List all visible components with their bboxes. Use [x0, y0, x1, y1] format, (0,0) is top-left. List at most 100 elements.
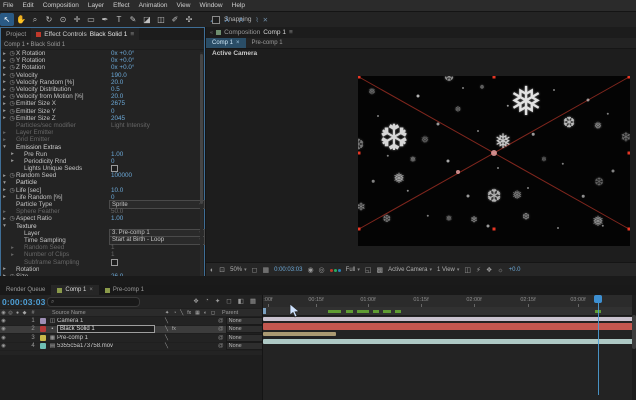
magnification-dropdown[interactable]: 50%▾	[230, 267, 247, 273]
stopwatch-icon[interactable]: ◷	[8, 72, 16, 79]
camera-tool[interactable]: ⊙	[56, 13, 70, 26]
menu-file[interactable]: File	[3, 2, 13, 9]
fx-row-time-sampling[interactable]: Time SamplingStart at Birth - Loop▾	[1, 237, 204, 244]
expander-icon[interactable]: ▸	[1, 194, 8, 200]
reset-exposure-icon[interactable]: ☼	[497, 267, 503, 274]
panel-collapse-icon[interactable]: «	[210, 30, 213, 36]
property-value[interactable]: 190.0	[111, 72, 127, 79]
menu-window[interactable]: Window	[200, 2, 223, 9]
viewer-tab-comp-1[interactable]: Comp 1×	[206, 38, 246, 48]
eraser-tool[interactable]: ◫	[154, 13, 168, 26]
composition-tab-name[interactable]: Comp 1	[263, 29, 286, 36]
fx-row-subframe-sampling[interactable]: Subframe Sampling	[1, 258, 204, 265]
property-value[interactable]: 10.0	[111, 187, 123, 194]
eye-icon[interactable]: ◉	[0, 326, 7, 332]
hide-shy-icon[interactable]: ✦	[215, 297, 220, 305]
safe-margins-icon[interactable]: ▦	[262, 266, 269, 274]
effect-panel-scrollbar[interactable]	[200, 52, 203, 280]
fx-row-grid-emitter[interactable]: ▸Grid Emitter	[1, 136, 204, 143]
puppet-pin-tool[interactable]: ✣	[182, 13, 196, 26]
current-time-field[interactable]: 0:00:03:03	[0, 297, 46, 307]
stopwatch-icon[interactable]: ◷	[8, 86, 16, 93]
fx-row-random-seed[interactable]: ▸◷Random Seed100000	[1, 172, 204, 179]
eye-icon[interactable]: ◉	[0, 335, 7, 341]
switch-icon[interactable]: ╲	[165, 326, 168, 332]
motion-blur-icon[interactable]: ◧	[238, 297, 244, 305]
fx-row-layer-emitter[interactable]: ▸Layer Emitter	[1, 129, 204, 136]
property-checkbox[interactable]	[111, 259, 118, 266]
layer-name[interactable]: Camera 1	[57, 318, 83, 324]
view-layout-dropdown[interactable]: 1 View▾	[437, 267, 459, 273]
property-value[interactable]: 100000	[111, 172, 132, 179]
channels-icon[interactable]	[330, 269, 341, 272]
show-snapshot-icon[interactable]: ◎	[319, 266, 325, 274]
eye-icon[interactable]: ◉	[0, 343, 7, 349]
property-checkbox[interactable]	[111, 165, 118, 172]
timeline-tab-comp-1[interactable]: Comp 1×	[51, 285, 99, 295]
roto-brush-tool[interactable]: ✐	[168, 13, 182, 26]
property-value[interactable]: 1	[111, 244, 115, 251]
expander-icon[interactable]: ▸	[9, 252, 16, 258]
stopwatch-icon[interactable]: ◷	[8, 79, 16, 86]
stopwatch-icon[interactable]: ◷	[8, 187, 16, 194]
fx-row-pre-run[interactable]: ▸Pre Run1.00	[1, 151, 204, 158]
expander-icon[interactable]: ▸	[1, 108, 8, 114]
stopwatch-icon[interactable]: ◷	[8, 57, 16, 64]
menu-composition[interactable]: Composition	[43, 2, 79, 9]
switch-icon[interactable]: ╲	[165, 335, 168, 341]
viewer-timecode[interactable]: 0:00:03:03	[274, 267, 302, 273]
snapshot-icon[interactable]: ◉	[307, 266, 313, 274]
pick-whip-icon[interactable]: @	[218, 343, 224, 349]
close-icon[interactable]: ×	[89, 287, 93, 293]
resolution-dropdown[interactable]: Full▾	[346, 267, 360, 273]
zoom-tool[interactable]: ⌕	[28, 13, 42, 26]
hand-tool[interactable]: ✋	[14, 13, 28, 26]
panel-menu-icon[interactable]: ≡	[130, 31, 134, 38]
fx-row-periodicity-rnd[interactable]: ▸Periodicity Rnd0	[1, 158, 204, 165]
property-value[interactable]: 0x +0.0°	[111, 64, 134, 71]
menu-animation[interactable]: Animation	[139, 2, 168, 9]
property-value[interactable]: 1.00	[111, 215, 123, 222]
expander-icon[interactable]: ▸	[1, 209, 8, 215]
expander-icon[interactable]: ▸	[9, 245, 16, 251]
snap-options-icon[interactable]: ⌇	[255, 16, 258, 24]
brush-tool[interactable]: ✎	[126, 13, 140, 26]
fx-row-velocity-random[interactable]: ▸◷Velocity Random [%]20.0	[1, 79, 204, 86]
expander-icon[interactable]: ▸	[1, 65, 8, 71]
timeline-scrollbar[interactable]	[632, 295, 636, 400]
expander-icon[interactable]: ▸	[9, 151, 16, 157]
stopwatch-icon[interactable]: ◷	[8, 100, 16, 107]
menu-effect[interactable]: Effect	[113, 2, 130, 9]
pick-whip-icon[interactable]: @	[218, 318, 224, 324]
layer-bar-3[interactable]	[263, 332, 336, 336]
menu-help[interactable]: Help	[232, 2, 245, 9]
source-name-column-header[interactable]: Source Name	[52, 310, 86, 316]
fx-row-life-sec[interactable]: ▸◷Life [sec]10.0	[1, 187, 204, 194]
type-tool[interactable]: T	[112, 13, 126, 26]
comp-panel-menu-icon[interactable]: ≡	[289, 29, 293, 36]
expander-icon[interactable]: ▸	[1, 173, 8, 179]
shape-tool[interactable]: ▭	[84, 13, 98, 26]
expander-icon[interactable]: ▸	[1, 115, 8, 121]
property-value[interactable]: 0	[111, 108, 115, 115]
fx-row-random-seed[interactable]: ▸Random Seed1	[1, 244, 204, 251]
exposure-value[interactable]: +0.0	[509, 267, 521, 273]
label-color-chip[interactable]	[40, 318, 46, 324]
property-value[interactable]: 0	[111, 158, 115, 165]
fx-row-sphere-feather[interactable]: ▸Sphere Feather50.0	[1, 208, 204, 215]
fx-row-z-rotation[interactable]: ▸◷Z Rotation0x +0.0°	[1, 64, 204, 71]
flowchart-icon[interactable]: ❖	[486, 266, 492, 274]
property-value[interactable]: 2045	[111, 115, 125, 122]
expander-icon[interactable]: ▸	[9, 158, 16, 164]
clone-stamp-tool[interactable]: ◪	[140, 13, 154, 26]
viewer-tab-pre-comp-1[interactable]: Pre-comp 1	[246, 38, 289, 48]
property-value[interactable]: 1.00	[111, 151, 123, 158]
stopwatch-icon[interactable]: ◷	[8, 108, 16, 115]
expander-icon[interactable]: ▾	[1, 144, 8, 150]
close-icon[interactable]: ×	[236, 40, 240, 46]
work-area-bar[interactable]	[263, 307, 633, 316]
property-value[interactable]: 2675	[111, 100, 125, 107]
pan-behind-tool[interactable]: ✛	[70, 13, 84, 26]
snap-grid-icon[interactable]: ✕	[263, 16, 268, 24]
pen-tool[interactable]: ✒	[98, 13, 112, 26]
